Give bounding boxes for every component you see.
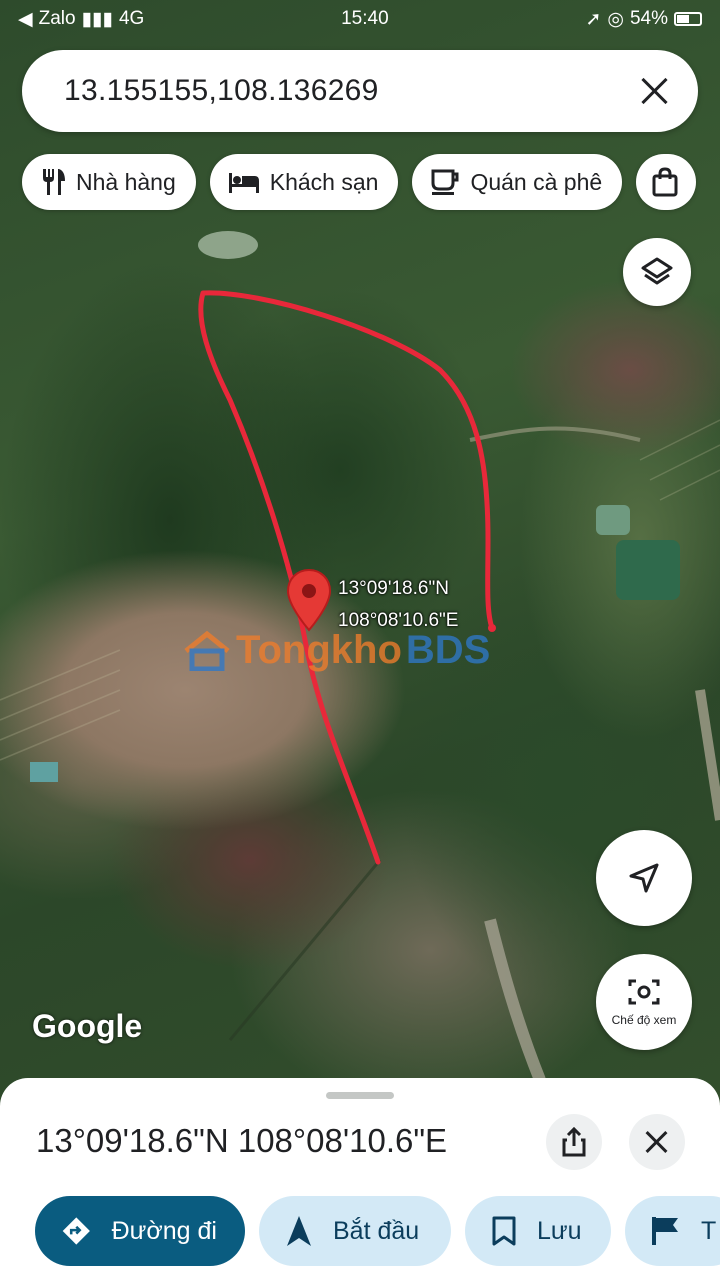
dirt-road [695, 689, 720, 821]
place-bottom-sheet[interactable]: 13°09'18.6"N 108°08'10.6"E Đường đi Bắt … [0, 1078, 720, 1280]
hotel-icon [228, 173, 259, 193]
dirt-road [484, 918, 546, 1083]
chip-shopping[interactable] [636, 154, 697, 210]
status-bar: ◀ Zalo ▮▮▮ 4G 15:40 ➚ ◎ 54% [0, 0, 720, 38]
label-button[interactable]: T [625, 1196, 720, 1266]
status-left: ◀ Zalo ▮▮▮ 4G [18, 8, 144, 31]
flag-icon [652, 1217, 678, 1245]
bookmark-icon [492, 1216, 516, 1246]
close-icon [645, 1130, 669, 1154]
chip-hotels[interactable]: Khách sạn [209, 154, 399, 210]
category-chips: Nhà hàng Khách sạn Quán cà phê [22, 154, 697, 210]
start-button[interactable]: Bắt đầu [259, 1196, 451, 1266]
building [30, 762, 58, 782]
share-icon [562, 1127, 586, 1157]
pond [596, 505, 630, 535]
search-input[interactable]: 13.155155,108.136269 [64, 74, 379, 108]
location-arrow-icon: ➚ [585, 8, 602, 30]
shopping-bag-icon [652, 167, 678, 197]
start-label: Bắt đầu [333, 1216, 420, 1245]
layers-button[interactable] [623, 238, 691, 306]
view-mode-label: Chế độ xem [611, 1013, 677, 1027]
action-buttons: Đường đi Bắt đầu Lưu T [35, 1196, 720, 1266]
label-button-text: T [701, 1216, 717, 1245]
clear-search-icon[interactable] [640, 76, 670, 106]
my-location-button[interactable] [596, 830, 692, 926]
status-right: ➚ ◎ 54% [585, 8, 702, 31]
carrier-label: Zalo [38, 8, 76, 29]
pond [198, 231, 258, 259]
stream [228, 859, 382, 1041]
save-button[interactable]: Lưu [465, 1196, 611, 1266]
chip-label: Nhà hàng [76, 168, 176, 195]
chip-label: Khách sạn [269, 168, 379, 195]
save-label: Lưu [537, 1216, 582, 1245]
directions-label: Đường đi [111, 1216, 217, 1245]
chip-coffee[interactable]: Quán cà phê [412, 154, 623, 210]
house-logo-icon [184, 630, 230, 671]
battery-label: 54% [629, 8, 668, 29]
share-button[interactable] [546, 1114, 602, 1170]
watermark-text-1: Tongkho [236, 628, 402, 672]
navigation-pointer-icon [629, 863, 659, 893]
network-label: 4G [118, 8, 145, 29]
dirt-path [469, 426, 641, 442]
navigation-arrow-icon [287, 1216, 311, 1246]
directions-icon [62, 1217, 90, 1245]
back-arrow-icon[interactable]: ◀ [18, 8, 33, 31]
close-sheet-button[interactable] [629, 1114, 685, 1170]
watermark: Tongkho BDS [182, 628, 490, 673]
signal-icon: ▮▮▮ [81, 8, 113, 30]
watermark-text-2: BDS [405, 628, 491, 672]
layers-icon [641, 257, 673, 285]
coffee-icon [431, 169, 459, 195]
pin-latitude-label: 13°09'18.6"N [338, 578, 449, 599]
drag-handle[interactable] [326, 1092, 394, 1099]
google-attribution: Google [32, 1008, 143, 1044]
alarm-icon: ◎ [607, 8, 624, 30]
pond [616, 540, 680, 600]
view-mode-button[interactable]: Chế độ xem [596, 954, 692, 1050]
clock: 15:40 [341, 8, 389, 29]
place-title: 13°09'18.6"N 108°08'10.6"E [36, 1122, 448, 1159]
battery-icon [673, 12, 702, 26]
chip-restaurants[interactable]: Nhà hàng [22, 154, 196, 210]
chip-label: Quán cà phê [470, 168, 603, 195]
search-bar[interactable]: 13.155155,108.136269 [22, 50, 698, 132]
directions-button[interactable]: Đường đi [35, 1196, 245, 1266]
restaurant-icon [43, 169, 65, 195]
location-pin-icon[interactable] [286, 568, 332, 634]
camera-view-icon [628, 979, 660, 1005]
